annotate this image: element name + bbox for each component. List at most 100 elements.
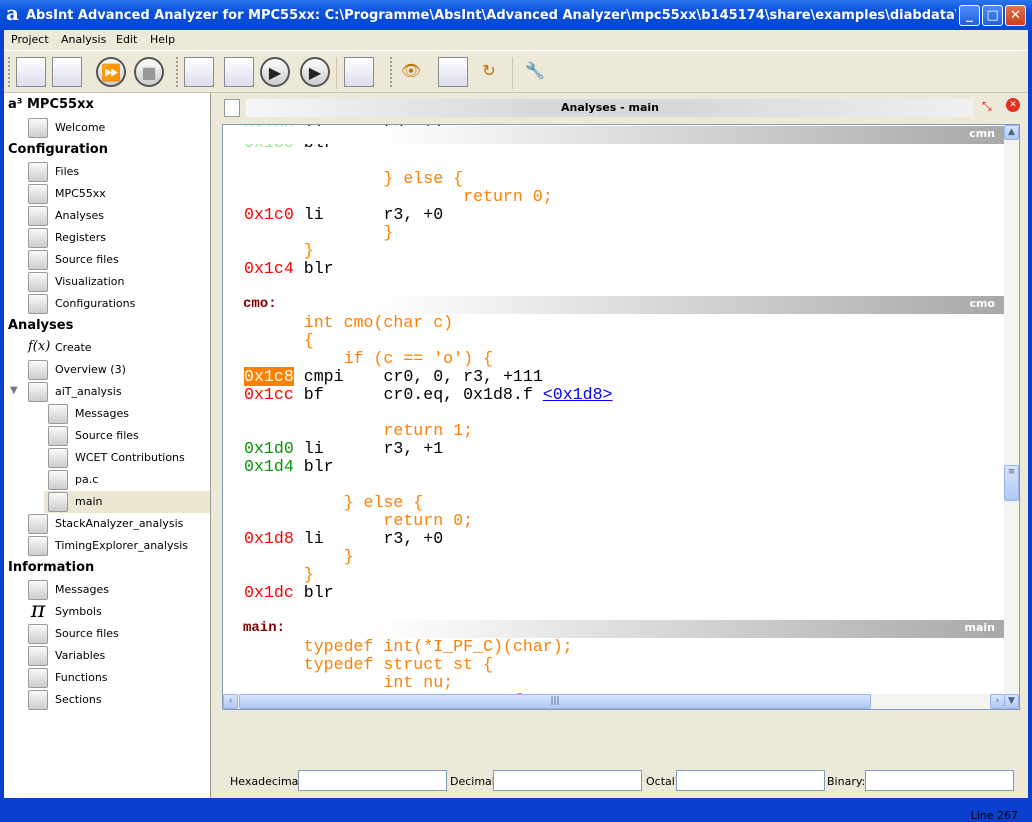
sidebar-item-files[interactable]: Files [4, 161, 210, 183]
section-analyses[interactable]: Analyses [8, 318, 73, 333]
function-header: cmo: cmo [223, 296, 1005, 314]
disassembly-view[interactable]: 0x1b8 li r3, +10x1bc blr } else { return… [222, 124, 1020, 710]
sidebar-item-stackanalyzer-analysis[interactable]: StackAnalyzer_analysis [4, 513, 210, 535]
search-button[interactable]: 👁 [394, 55, 428, 89]
instruction-line[interactable]: 0x1c8 cmpi cr0, 0, r3, +111 [223, 367, 1005, 386]
instruction-address[interactable]: 0x1d0 [244, 439, 294, 458]
binary-input[interactable] [865, 770, 1014, 791]
sidebar-item-ait-analysis[interactable]: ▼ aiT_analysis [4, 381, 210, 403]
sidebar-item-wcet-contributions[interactable]: WCET Contributions [4, 447, 210, 469]
hexadecimal-input[interactable] [298, 770, 447, 791]
scroll-down-button[interactable]: ▼ [1004, 694, 1019, 709]
sidebar-item-source-files[interactable]: Source files [4, 249, 210, 271]
document-icon [28, 624, 48, 644]
document-icon [48, 426, 68, 446]
sidebar-item-overview-3[interactable]: Overview (3) [4, 359, 210, 381]
run-step-button[interactable]: ▶ [258, 55, 292, 89]
vertical-scroll-thumb[interactable]: ≡ [1004, 465, 1019, 501]
sidebar-item-pa-c[interactable]: pa.c [4, 469, 210, 491]
close-button[interactable]: ✕ [1005, 5, 1026, 26]
stop-button[interactable]: ■ [132, 55, 166, 89]
open-project-button[interactable] [14, 55, 48, 89]
instruction-address[interactable]: 0x1c8 [244, 367, 294, 386]
instruction-line[interactable]: 0x1c4 blr [223, 260, 1005, 278]
tree-root[interactable]: a³ MPC55xx [8, 97, 94, 112]
sidebar-item-source-files[interactable]: Source files [4, 425, 210, 447]
sidebar-item-welcome[interactable]: Welcome [4, 117, 210, 139]
minimize-button[interactable]: _ [959, 5, 980, 26]
instruction-address[interactable]: 0x1c0 [244, 205, 294, 224]
scroll-left-button[interactable]: ‹ [223, 694, 238, 709]
call-graph-button[interactable] [182, 55, 216, 89]
instruction-address[interactable]: 0x1cc [244, 385, 294, 404]
instruction-line[interactable]: 0x1d0 li r3, +1 [223, 440, 1005, 458]
mnemonic: blr [303, 457, 334, 476]
menu-analysis[interactable]: Analysis [61, 33, 106, 46]
instruction-address[interactable]: 0x1dc [244, 583, 294, 602]
run-button[interactable]: ▶ [298, 55, 332, 89]
sidebar-item-label: WCET Contributions [75, 451, 185, 464]
settings-button[interactable]: 🔧 [518, 55, 552, 89]
detach-icon[interactable]: ⤡ [982, 99, 992, 114]
sidebar-item-sections[interactable]: Sections [4, 689, 210, 711]
scroll-up-button[interactable]: ▲ [1004, 125, 1019, 140]
sidebar-item-mpc55xx[interactable]: MPC55xx [4, 183, 210, 205]
menu-edit[interactable]: Edit [116, 33, 137, 46]
sidebar-item-registers[interactable]: Registers [4, 227, 210, 249]
octal-input[interactable] [676, 770, 825, 791]
source-text: int cmo(char c) [303, 313, 454, 332]
sidebar-item-source-files[interactable]: Source files [4, 623, 210, 645]
maximize-button[interactable]: □ [982, 5, 1003, 26]
presentation-button[interactable] [342, 55, 376, 89]
document-icon [48, 470, 68, 490]
toolbar-grip[interactable] [176, 57, 178, 87]
sidebar-item-label: Messages [75, 407, 129, 420]
instruction-line[interactable]: 0x1d8 li r3, +0 [223, 530, 1005, 548]
horizontal-scrollbar[interactable]: ‹ ||| › [223, 694, 1005, 709]
sidebar-item-visualization[interactable]: Visualization [4, 271, 210, 293]
branch-target-link[interactable]: <0x1d8> [543, 385, 613, 404]
sidebar-item-analyses[interactable]: Analyses [4, 205, 210, 227]
section-configuration[interactable]: Configuration [8, 142, 108, 157]
close-panel-icon[interactable]: ✕ [1006, 98, 1020, 112]
scroll-right-button[interactable]: › [990, 694, 1005, 709]
instruction-address[interactable]: 0x1c4 [244, 259, 294, 278]
sidebar-item-create[interactable]: f(x) Create [4, 337, 210, 359]
toolbar-grip[interactable] [8, 57, 10, 87]
menu-help[interactable]: Help [150, 33, 175, 46]
expand-icon[interactable]: ▼ [10, 385, 18, 396]
source-text: return 1; [383, 421, 474, 440]
instruction-address[interactable]: 0x1d4 [244, 457, 294, 476]
run-all-button[interactable]: ⏩ [94, 55, 128, 89]
menu-project[interactable]: Project [11, 33, 49, 46]
document-icon [28, 250, 48, 270]
sidebar-item-main[interactable]: main [44, 491, 210, 513]
sidebar-item-functions[interactable]: Functions [4, 667, 210, 689]
decimal-input[interactable] [493, 770, 642, 791]
horizontal-scroll-thumb[interactable]: ||| [239, 694, 871, 709]
panel-title: Analyses - main [246, 99, 974, 117]
instruction-line[interactable]: 0x1dc blr [223, 584, 1005, 602]
decimal-label: Decimal: [450, 775, 499, 788]
instruction-address[interactable]: 0x1d8 [244, 529, 294, 548]
undo-button[interactable]: ↻ [472, 55, 506, 89]
sidebar-item-timingexplorer-analysis[interactable]: TimingExplorer_analysis [4, 535, 210, 557]
instruction-line[interactable]: 0x1cc bf cr0.eq, 0x1d8.f <0x1d8> [223, 386, 1005, 404]
source-line: } else { [223, 170, 1005, 188]
toolbar: ⏩ ■ ▶ ▶ 👁 ↻ 🔧 [4, 50, 1028, 93]
listing-icon [224, 99, 240, 117]
section-information[interactable]: Information [8, 560, 94, 575]
instruction-line[interactable]: 0x1c0 li r3, +0 [223, 206, 1005, 224]
sidebar-item-configurations[interactable]: Configurations [4, 293, 210, 315]
instruction-line[interactable]: 0x1d4 blr [223, 458, 1005, 476]
goto-line-button[interactable] [436, 55, 470, 89]
sidebar-item-messages[interactable]: Messages [4, 403, 210, 425]
control-flow-button[interactable] [222, 55, 256, 89]
sidebar-item-symbols[interactable]: π Symbols [4, 600, 210, 623]
toolbar-grip[interactable] [390, 57, 392, 87]
sidebar-item-label: Sections [55, 693, 102, 706]
vertical-scrollbar[interactable]: ▲ ≡ ▼ [1004, 125, 1019, 709]
source-text: return 0; [463, 187, 553, 206]
save-project-button[interactable] [50, 55, 84, 89]
sidebar-item-variables[interactable]: Variables [4, 645, 210, 667]
